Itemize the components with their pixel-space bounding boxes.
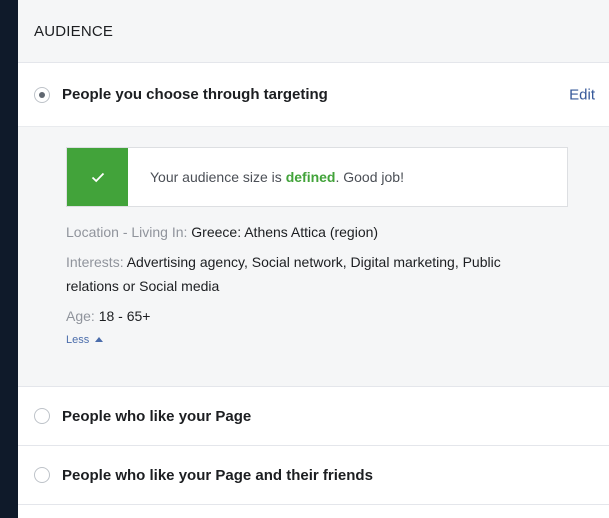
targeting-details: Your audience size is defined. Good job!…: [18, 127, 609, 387]
radio-page-likers[interactable]: [34, 408, 50, 424]
option-page-likers-friends[interactable]: People who like your Page and their frie…: [18, 446, 609, 505]
notice-text: Your audience size is defined. Good job!: [128, 148, 404, 206]
interests-value: Advertising agency, Social network, Digi…: [66, 254, 501, 294]
interests-line: Interests: Advertising agency, Social ne…: [66, 250, 521, 298]
radio-dot-icon: [39, 91, 45, 98]
option-targeting[interactable]: People you choose through targeting Edit: [18, 63, 609, 127]
age-label: Age:: [66, 308, 99, 324]
audience-panel: AUDIENCE People you choose through targe…: [18, 0, 609, 518]
notice-text-after: . Good job!: [335, 169, 404, 185]
age-value: 18 - 65+: [98, 308, 151, 324]
interests-label: Interests:: [66, 254, 127, 270]
less-toggle-label: Less: [66, 334, 90, 346]
checkmark-icon: [67, 148, 128, 206]
option-page-likers[interactable]: People who like your Page: [18, 387, 609, 446]
option-page-likers-label: People who like your Page: [62, 407, 252, 425]
radio-page-likers-friends[interactable]: [34, 467, 50, 483]
notice-text-before: Your audience size is: [150, 169, 286, 185]
location-line: Location - Living In: Greece: Athens Att…: [66, 220, 521, 244]
notice-text-highlight: defined: [285, 169, 336, 185]
caret-up-icon: [95, 336, 104, 342]
location-value: Greece: Athens Attica (region): [191, 224, 379, 240]
age-line: Age: 18 - 65+: [66, 304, 521, 328]
targeting-summary: Location - Living In: Greece: Athens Att…: [66, 220, 521, 348]
audience-heading: AUDIENCE: [18, 0, 609, 63]
option-targeting-label: People you choose through targeting: [62, 86, 328, 103]
option-page-likers-friends-label: People who like your Page and their frie…: [62, 466, 373, 484]
audience-size-notice: Your audience size is defined. Good job!: [66, 147, 568, 207]
location-label: Location - Living In:: [66, 224, 192, 240]
edit-link[interactable]: Edit: [569, 86, 595, 103]
less-toggle[interactable]: Less: [66, 334, 104, 346]
radio-targeting[interactable]: [34, 86, 50, 103]
